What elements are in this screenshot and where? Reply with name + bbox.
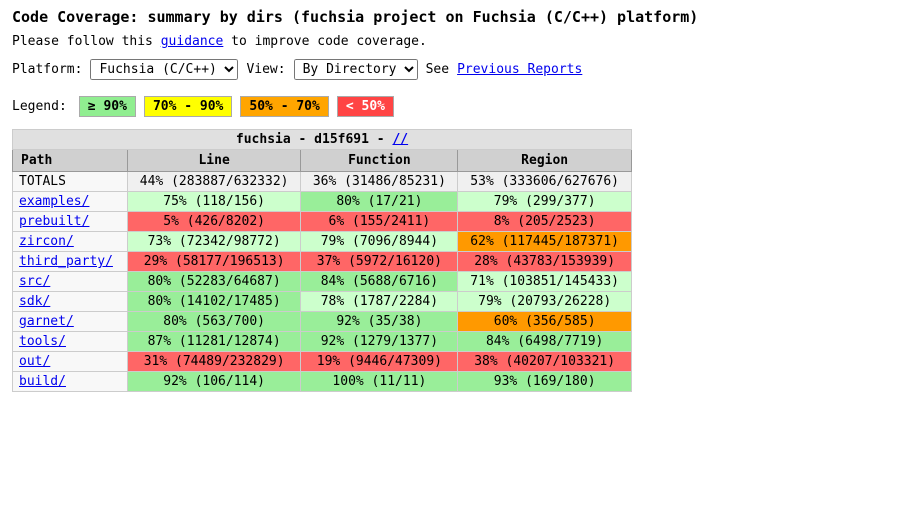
path-link[interactable]: tools/ [19, 334, 66, 349]
view-select[interactable]: By Directory By File By Component [294, 59, 418, 80]
table-row: garnet/80% (563/700)92% (35/38)60% (356/… [13, 312, 632, 332]
col-header-function: Function [301, 150, 458, 172]
region-cell: 38% (40207/103321) [458, 352, 632, 372]
col-header-region: Region [458, 150, 632, 172]
path-cell[interactable]: src/ [13, 272, 128, 292]
path-link[interactable]: zircon/ [19, 234, 74, 249]
path-link[interactable]: build/ [19, 374, 66, 389]
section-commit: d15f691 [314, 132, 369, 147]
path-cell: TOTALS [13, 172, 128, 192]
section-header: fuchsia - d15f691 - // [13, 130, 632, 150]
line-cell: 5% (426/8202) [127, 212, 301, 232]
path-cell[interactable]: zircon/ [13, 232, 128, 252]
region-cell: 79% (299/377) [458, 192, 632, 212]
path-link[interactable]: sdk/ [19, 294, 50, 309]
legend-label: Legend: [12, 99, 67, 114]
path-cell[interactable]: sdk/ [13, 292, 128, 312]
line-cell: 80% (563/700) [127, 312, 301, 332]
table-row: build/92% (106/114)100% (11/11)93% (169/… [13, 372, 632, 392]
line-cell: 75% (118/156) [127, 192, 301, 212]
section-link[interactable]: // [392, 132, 408, 147]
path-link[interactable]: prebuilt/ [19, 214, 89, 229]
section-dash1: - [299, 132, 315, 147]
line-cell: 92% (106/114) [127, 372, 301, 392]
table-row: sdk/80% (14102/17485)78% (1787/2284)79% … [13, 292, 632, 312]
table-row: examples/75% (118/156)80% (17/21)79% (29… [13, 192, 632, 212]
line-cell: 29% (58177/196513) [127, 252, 301, 272]
guidance-link[interactable]: guidance [161, 34, 224, 49]
region-cell: 8% (205/2523) [458, 212, 632, 232]
region-cell: 84% (6498/7719) [458, 332, 632, 352]
path-cell[interactable]: garnet/ [13, 312, 128, 332]
line-cell: 80% (52283/64687) [127, 272, 301, 292]
table-row: zircon/73% (72342/98772)79% (7096/8944)6… [13, 232, 632, 252]
legend-under50: < 50% [337, 96, 394, 117]
function-cell: 36% (31486/85231) [301, 172, 458, 192]
function-cell: 84% (5688/6716) [301, 272, 458, 292]
region-cell: 28% (43783/153939) [458, 252, 632, 272]
line-cell: 44% (283887/632332) [127, 172, 301, 192]
region-cell: 79% (20793/26228) [458, 292, 632, 312]
path-link[interactable]: third_party/ [19, 254, 113, 269]
path-link[interactable]: garnet/ [19, 314, 74, 329]
intro-suffix: to improve code coverage. [223, 34, 427, 49]
section-dash2: - [377, 132, 393, 147]
legend-70-90: 70% - 90% [144, 96, 232, 117]
coverage-table: fuchsia - d15f691 - // Path Line Functio… [12, 129, 632, 392]
region-cell: 53% (333606/627676) [458, 172, 632, 192]
path-cell[interactable]: prebuilt/ [13, 212, 128, 232]
path-cell[interactable]: third_party/ [13, 252, 128, 272]
path-cell[interactable]: tools/ [13, 332, 128, 352]
function-cell: 6% (155/2411) [301, 212, 458, 232]
function-cell: 80% (17/21) [301, 192, 458, 212]
region-cell: 93% (169/180) [458, 372, 632, 392]
section-project: fuchsia [236, 132, 291, 147]
table-row: out/31% (74489/232829)19% (9446/47309)38… [13, 352, 632, 372]
function-cell: 19% (9446/47309) [301, 352, 458, 372]
platform-label: Platform: [12, 62, 82, 77]
see-label: See [426, 62, 449, 77]
intro-paragraph: Please follow this guidance to improve c… [12, 34, 908, 49]
legend-50-70: 50% - 70% [240, 96, 328, 117]
legend-row: Legend: ≥ 90% 70% - 90% 50% - 70% < 50% [12, 96, 908, 117]
path-cell[interactable]: out/ [13, 352, 128, 372]
line-cell: 73% (72342/98772) [127, 232, 301, 252]
table-row: src/80% (52283/64687)84% (5688/6716)71% … [13, 272, 632, 292]
table-row: TOTALS44% (283887/632332)36% (31486/8523… [13, 172, 632, 192]
intro-text: Please follow this [12, 34, 161, 49]
platform-row: Platform: Fuchsia (C/C++) View: By Direc… [12, 59, 908, 80]
function-cell: 37% (5972/16120) [301, 252, 458, 272]
path-cell[interactable]: build/ [13, 372, 128, 392]
legend-90: ≥ 90% [79, 96, 136, 117]
view-label: View: [246, 62, 285, 77]
path-cell[interactable]: examples/ [13, 192, 128, 212]
path-link[interactable]: out/ [19, 354, 50, 369]
line-cell: 87% (11281/12874) [127, 332, 301, 352]
table-row: third_party/29% (58177/196513)37% (5972/… [13, 252, 632, 272]
table-row: tools/87% (11281/12874)92% (1279/1377)84… [13, 332, 632, 352]
col-header-path: Path [13, 150, 128, 172]
region-cell: 71% (103851/145433) [458, 272, 632, 292]
line-cell: 31% (74489/232829) [127, 352, 301, 372]
region-cell: 62% (117445/187371) [458, 232, 632, 252]
path-link[interactable]: examples/ [19, 194, 89, 209]
page-title: Code Coverage: summary by dirs (fuchsia … [12, 8, 908, 26]
function-cell: 92% (1279/1377) [301, 332, 458, 352]
path-link[interactable]: src/ [19, 274, 50, 289]
previous-reports-link[interactable]: Previous Reports [457, 62, 582, 77]
line-cell: 80% (14102/17485) [127, 292, 301, 312]
function-cell: 78% (1787/2284) [301, 292, 458, 312]
col-header-line: Line [127, 150, 301, 172]
table-row: prebuilt/5% (426/8202)6% (155/2411)8% (2… [13, 212, 632, 232]
function-cell: 100% (11/11) [301, 372, 458, 392]
platform-select[interactable]: Fuchsia (C/C++) [90, 59, 238, 80]
region-cell: 60% (356/585) [458, 312, 632, 332]
function-cell: 79% (7096/8944) [301, 232, 458, 252]
function-cell: 92% (35/38) [301, 312, 458, 332]
